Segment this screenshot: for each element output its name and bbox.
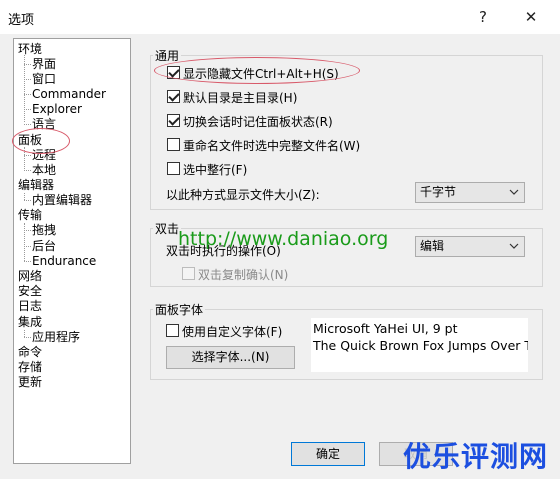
tree-item-security[interactable]: 安全 bbox=[18, 284, 42, 298]
help-button[interactable]: ? bbox=[472, 6, 494, 28]
tree-item-applications[interactable]: 应用程序 bbox=[32, 330, 80, 344]
chevron-down-icon bbox=[509, 189, 519, 195]
double-click-action-select[interactable]: 编辑 bbox=[415, 236, 525, 257]
remember-panel-state-checkbox[interactable] bbox=[167, 114, 180, 127]
select-whole-row-label[interactable]: 选中整行(F) bbox=[183, 161, 247, 178]
font-preview-box: Microsoft YaHei UI, 9 pt The Quick Brown… bbox=[311, 318, 528, 372]
remember-panel-state-label[interactable]: 切换会话时记住面板状态(R) bbox=[183, 113, 333, 130]
tree-item-environment[interactable]: 环境 bbox=[18, 42, 42, 56]
panel-font-group-title: 面板字体 bbox=[153, 301, 206, 318]
highlight-ellipse-show-hidden bbox=[154, 57, 360, 84]
watermark-text: http://www.daniao.org bbox=[178, 228, 389, 250]
use-custom-font-label[interactable]: 使用自定义字体(F) bbox=[182, 323, 282, 340]
tree-item-editors[interactable]: 编辑器 bbox=[18, 178, 54, 192]
size-format-value: 千字节 bbox=[420, 185, 457, 199]
default-dir-home-checkbox[interactable] bbox=[167, 90, 180, 103]
size-format-select[interactable]: 千字节 bbox=[415, 182, 525, 203]
select-font-button[interactable]: 选择字体...(N) bbox=[166, 346, 295, 369]
double-click-action-value: 编辑 bbox=[420, 239, 445, 253]
tree-item-local[interactable]: 本地 bbox=[32, 163, 56, 177]
site-logo: 优乐评测网 bbox=[403, 440, 549, 473]
tree-item-window[interactable]: 窗口 bbox=[32, 72, 56, 86]
tree-item-logging[interactable]: 日志 bbox=[18, 299, 42, 313]
tree-item-transfer[interactable]: 传输 bbox=[18, 208, 42, 222]
tree-item-internal-editor[interactable]: 内置编辑器 bbox=[32, 193, 92, 207]
tree-item-updates[interactable]: 更新 bbox=[18, 375, 42, 389]
font-preview-line-1: Microsoft YaHei UI, 9 pt bbox=[313, 321, 458, 336]
window-title: 选项 bbox=[8, 13, 35, 28]
tree-item-commander[interactable]: Commander bbox=[32, 87, 106, 101]
tree-item-background[interactable]: 后台 bbox=[32, 239, 56, 253]
rename-full-name-checkbox[interactable] bbox=[167, 138, 180, 151]
use-custom-font-checkbox[interactable] bbox=[166, 324, 179, 337]
default-dir-home-label[interactable]: 默认目录是主目录(H) bbox=[183, 89, 297, 106]
chevron-down-icon bbox=[509, 243, 519, 249]
confirm-copy-checkbox[interactable] bbox=[182, 267, 195, 280]
font-preview-line-2: The Quick Brown Fox Jumps Over Th bbox=[313, 338, 528, 353]
confirm-copy-label[interactable]: 双击复制确认(N) bbox=[198, 266, 288, 283]
tree-item-integration[interactable]: 集成 bbox=[18, 315, 42, 329]
select-whole-row-checkbox[interactable] bbox=[167, 162, 180, 175]
rename-full-name-label[interactable]: 重命名文件时选中完整文件名(W) bbox=[183, 137, 360, 154]
tree-item-interface[interactable]: 界面 bbox=[32, 57, 56, 71]
tree-item-network[interactable]: 网络 bbox=[18, 269, 42, 283]
size-format-label: 以此种方式显示文件大小(Z): bbox=[166, 188, 320, 202]
tree-item-drag-drop[interactable]: 拖拽 bbox=[32, 223, 56, 237]
double-click-group-title: 双击 bbox=[153, 220, 182, 237]
tree-item-storage[interactable]: 存储 bbox=[18, 360, 42, 374]
tree-item-endurance[interactable]: Endurance bbox=[32, 254, 96, 268]
ok-button[interactable]: 确定 bbox=[291, 442, 365, 466]
close-icon[interactable]: ✕ bbox=[520, 6, 542, 28]
options-tree[interactable]: 环境 界面 窗口 Commander Explorer 语言 面板 远程 本地 … bbox=[13, 38, 131, 464]
highlight-ellipse-panels bbox=[12, 128, 70, 154]
tree-item-explorer[interactable]: Explorer bbox=[32, 102, 82, 116]
tree-item-commands[interactable]: 命令 bbox=[18, 345, 42, 359]
